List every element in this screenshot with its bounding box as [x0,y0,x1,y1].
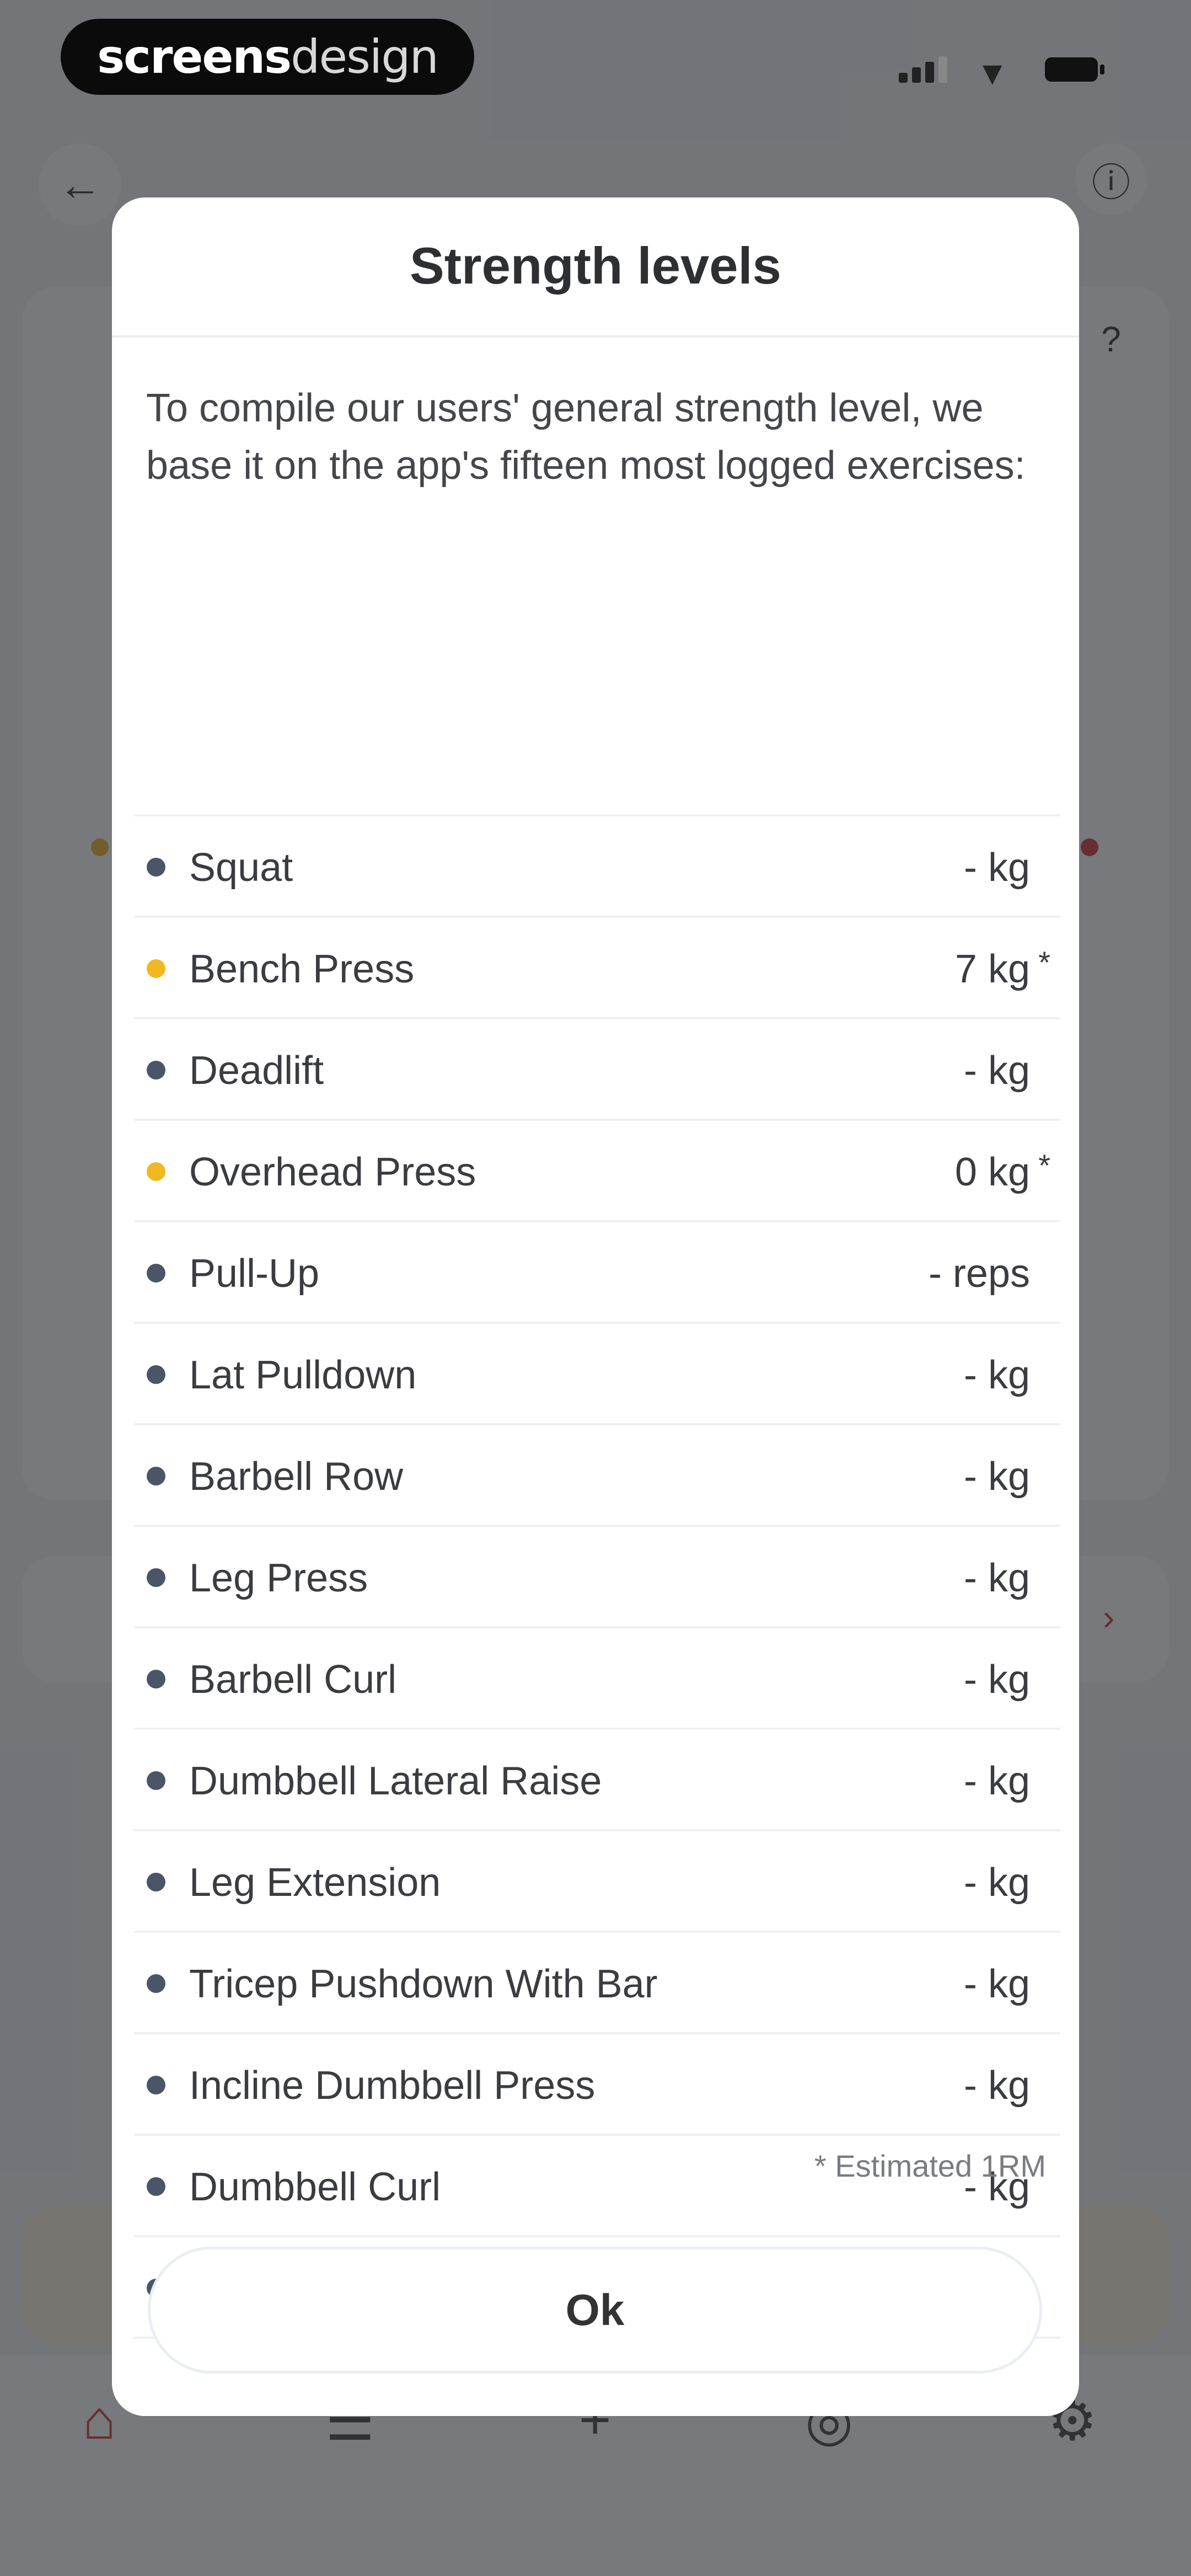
brand-logo: screens design [61,19,474,95]
exercise-row: Lat Pulldown - kg [134,1322,1060,1423]
exercise-status-dot [147,1873,165,1891]
exercise-status-dot [147,2076,165,2094]
exercise-status-dot [147,1162,165,1181]
exercise-status-dot [147,2177,165,2196]
strength-levels-modal: Strength levels To compile our users' ge… [112,197,1079,2416]
exercise-status-dot [147,1264,165,1282]
exercise-row: Barbell Row - kg [134,1423,1060,1525]
exercise-name: Tricep Pushdown With Bar [189,1962,658,2006]
exercise-name: Dumbbell Curl [189,2165,441,2209]
exercise-status-dot [147,1061,165,1079]
status-bar: screens design ▼ [0,0,1191,110]
brand-primary: screens [97,30,292,84]
exercise-name: Lat Pulldown [189,1353,417,1397]
modal-title: Strength levels [410,237,781,295]
exercise-value: - kg [963,1455,1030,1499]
exercise-name: Barbell Row [189,1455,404,1499]
exercise-value: - kg [963,846,1030,890]
exercise-status-dot [147,858,165,877]
exercise-status-dot [147,1771,165,1790]
exercise-value: - kg [963,1556,1030,1600]
exercise-name: Pull-Up [189,1252,320,1296]
brand-secondary: design [291,30,439,84]
exercise-list: Squat - kg Bench Press 7 kg * Deadlift - kg Ove… [134,814,1060,2339]
estimated-marker: * [1038,1148,1050,1183]
exercise-name: Bench Press [189,947,415,991]
exercise-status-dot [147,1974,165,1993]
exercise-value: - kg [963,1353,1030,1397]
exercise-row: Leg Extension - kg [134,1829,1060,1931]
modal-description: To compile our users' general strength l… [146,386,1026,488]
exercise-row: Bench Press 7 kg * [134,916,1060,1017]
battery-icon [1045,57,1104,82]
exercise-name: Overhead Press [189,1150,476,1194]
exercise-row: Dumbbell Lateral Raise - kg [134,1728,1060,1829]
exercise-value: 7 kg [954,947,1030,991]
exercise-row: Leg Press - kg [134,1525,1060,1626]
exercise-name: Incline Dumbbell Press [189,2064,596,2108]
title-divider [112,335,1079,338]
exercise-value: 0 kg [954,1150,1030,1194]
exercise-status-dot [147,1365,165,1384]
exercise-row: Incline Dumbbell Press - kg [134,2032,1060,2134]
ok-button[interactable]: Ok [148,2247,1042,2374]
exercise-row: Squat - kg [134,814,1060,916]
estimated-marker: * [1038,945,1050,980]
exercise-name: Barbell Curl [189,1658,397,1702]
exercise-row: Overhead Press 0 kg * [134,1119,1060,1220]
exercise-name: Squat [189,846,293,890]
exercise-name: Deadlift [189,1049,324,1093]
exercise-value: - kg [963,1962,1030,2006]
exercise-row: Deadlift - kg [134,1017,1060,1119]
exercise-status-dot [147,1467,165,1485]
exercise-status-dot [147,1670,165,1688]
exercise-row: Pull-Up - reps [134,1220,1060,1322]
exercise-value: - reps [928,1252,1030,1296]
exercise-value: - kg [963,1049,1030,1093]
exercise-value: - kg [963,2064,1030,2108]
exercise-value: - kg [963,1658,1030,1702]
exercise-value: - kg [963,1759,1030,1803]
exercise-name: Leg Press [189,1556,368,1600]
exercise-row: Tricep Pushdown With Bar - kg [134,1931,1060,2032]
exercise-status-dot [147,959,165,978]
cellular-signal-icon [899,55,948,83]
wifi-icon: ▼ [976,55,1009,92]
exercise-value: - kg [963,1861,1030,1905]
exercise-row: Barbell Curl - kg [134,1626,1060,1728]
exercise-name: Leg Extension [189,1861,441,1905]
exercise-name: Dumbbell Lateral Raise [189,1759,602,1803]
estimated-1rm-footnote: * Estimated 1RM [814,2149,1046,2183]
exercise-status-dot [147,1568,165,1587]
